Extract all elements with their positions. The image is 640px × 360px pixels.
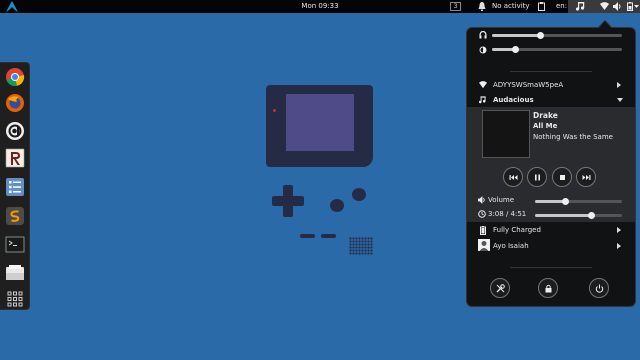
track-artist: Drake bbox=[533, 111, 558, 120]
terminal-icon[interactable] bbox=[5, 235, 25, 255]
workspace-indicator[interactable]: 3 bbox=[450, 2, 461, 11]
gameboy-power-led bbox=[273, 109, 276, 112]
previous-icon bbox=[509, 175, 518, 180]
track-album: Nothing Was the Same bbox=[533, 133, 613, 141]
playback-progress-fill bbox=[535, 214, 592, 217]
files-icon[interactable] bbox=[5, 263, 25, 283]
playback-time: 3:08 / 4:51 bbox=[488, 210, 527, 218]
chevron-down-icon bbox=[634, 5, 639, 8]
top-bar: Mon 09:33 3 No activity en: bbox=[0, 0, 640, 13]
gameboy-speaker-grille bbox=[349, 237, 373, 255]
stop-button[interactable] bbox=[552, 167, 572, 187]
input-language-code: en bbox=[556, 2, 565, 10]
bell-icon[interactable] bbox=[478, 2, 486, 11]
headphone-volume-fill bbox=[492, 34, 541, 37]
firefox-icon[interactable] bbox=[5, 93, 25, 113]
settings-button[interactable] bbox=[490, 278, 510, 298]
pause-icon bbox=[535, 174, 540, 181]
tools-icon bbox=[496, 284, 505, 293]
headphone-volume-slider[interactable] bbox=[492, 32, 622, 39]
settings-list-icon[interactable] bbox=[5, 177, 25, 197]
input-language[interactable]: en: bbox=[556, 2, 567, 10]
gameboy-dpad-vertical bbox=[283, 185, 293, 217]
music-note-icon bbox=[576, 2, 585, 11]
wifi-network-label: ADYYSWSmaW5peA bbox=[493, 81, 564, 89]
player-volume-slider[interactable] bbox=[535, 198, 622, 205]
chromium-icon[interactable] bbox=[5, 67, 25, 87]
battery-item[interactable]: Fully Charged bbox=[467, 223, 635, 237]
menu-pointer-inner bbox=[599, 21, 611, 28]
media-player-label: Audacious bbox=[493, 96, 534, 104]
chevron-right-icon bbox=[617, 82, 621, 88]
battery-icon bbox=[480, 226, 486, 235]
player-volume-label: Volume bbox=[488, 196, 515, 204]
battery-icon bbox=[627, 2, 633, 11]
brightness-icon bbox=[479, 46, 487, 54]
clock-icon bbox=[478, 210, 486, 218]
avatar bbox=[478, 239, 490, 251]
dock bbox=[0, 62, 30, 310]
sublime-text-icon[interactable] bbox=[5, 206, 25, 226]
app-grid-icon[interactable] bbox=[5, 289, 25, 309]
power-icon bbox=[595, 284, 604, 293]
next-icon bbox=[582, 175, 591, 180]
speaker-icon bbox=[478, 196, 485, 204]
wifi-icon bbox=[479, 81, 487, 89]
stop-icon bbox=[560, 175, 565, 180]
playback-progress-slider[interactable] bbox=[535, 212, 622, 219]
brightness-knob[interactable] bbox=[511, 46, 519, 53]
brightness-slider[interactable] bbox=[492, 46, 622, 53]
wifi-network-item[interactable]: ADYYSWSmaW5peA bbox=[467, 78, 635, 92]
battery-status: Fully Charged bbox=[493, 226, 541, 234]
gameboy-start-button bbox=[321, 234, 336, 238]
user-name: Ayo Isaiah bbox=[493, 242, 529, 250]
separator bbox=[510, 71, 592, 72]
playback-progress-knob[interactable] bbox=[588, 212, 596, 219]
media-player-item[interactable]: Audacious bbox=[467, 93, 635, 107]
power-button[interactable] bbox=[589, 278, 609, 298]
gameboy-a-button bbox=[352, 188, 366, 201]
headphones-icon bbox=[479, 31, 487, 39]
headphone-volume-knob[interactable] bbox=[536, 32, 544, 39]
pause-button[interactable] bbox=[527, 167, 547, 187]
user-item[interactable]: Ayo Isaiah bbox=[467, 239, 635, 253]
rstudio-icon[interactable] bbox=[5, 148, 25, 168]
gameboy-lcd bbox=[286, 94, 354, 151]
next-track-button[interactable] bbox=[576, 167, 596, 187]
notifications-label[interactable]: No activity bbox=[492, 2, 530, 10]
lock-icon bbox=[545, 284, 552, 293]
track-title: All Me bbox=[533, 122, 558, 130]
lock-button[interactable] bbox=[538, 278, 558, 298]
wifi-icon bbox=[600, 2, 609, 10]
speaker-icon bbox=[613, 2, 621, 11]
player-volume-knob[interactable] bbox=[561, 198, 569, 205]
separator bbox=[510, 267, 592, 268]
chevron-right-icon bbox=[617, 227, 621, 233]
system-status-area[interactable] bbox=[568, 0, 640, 13]
chevron-right-icon bbox=[617, 243, 621, 249]
player-volume-fill bbox=[535, 200, 566, 203]
music-note-icon bbox=[479, 96, 486, 104]
atom-icon[interactable] bbox=[5, 121, 25, 141]
chevron-down-icon bbox=[617, 98, 623, 102]
clipboard-icon[interactable] bbox=[538, 2, 545, 11]
gameboy-select-button bbox=[300, 234, 315, 238]
user-icon bbox=[479, 241, 489, 251]
album-cover bbox=[482, 110, 530, 158]
previous-track-button[interactable] bbox=[503, 167, 523, 187]
gameboy-b-button bbox=[330, 199, 344, 212]
